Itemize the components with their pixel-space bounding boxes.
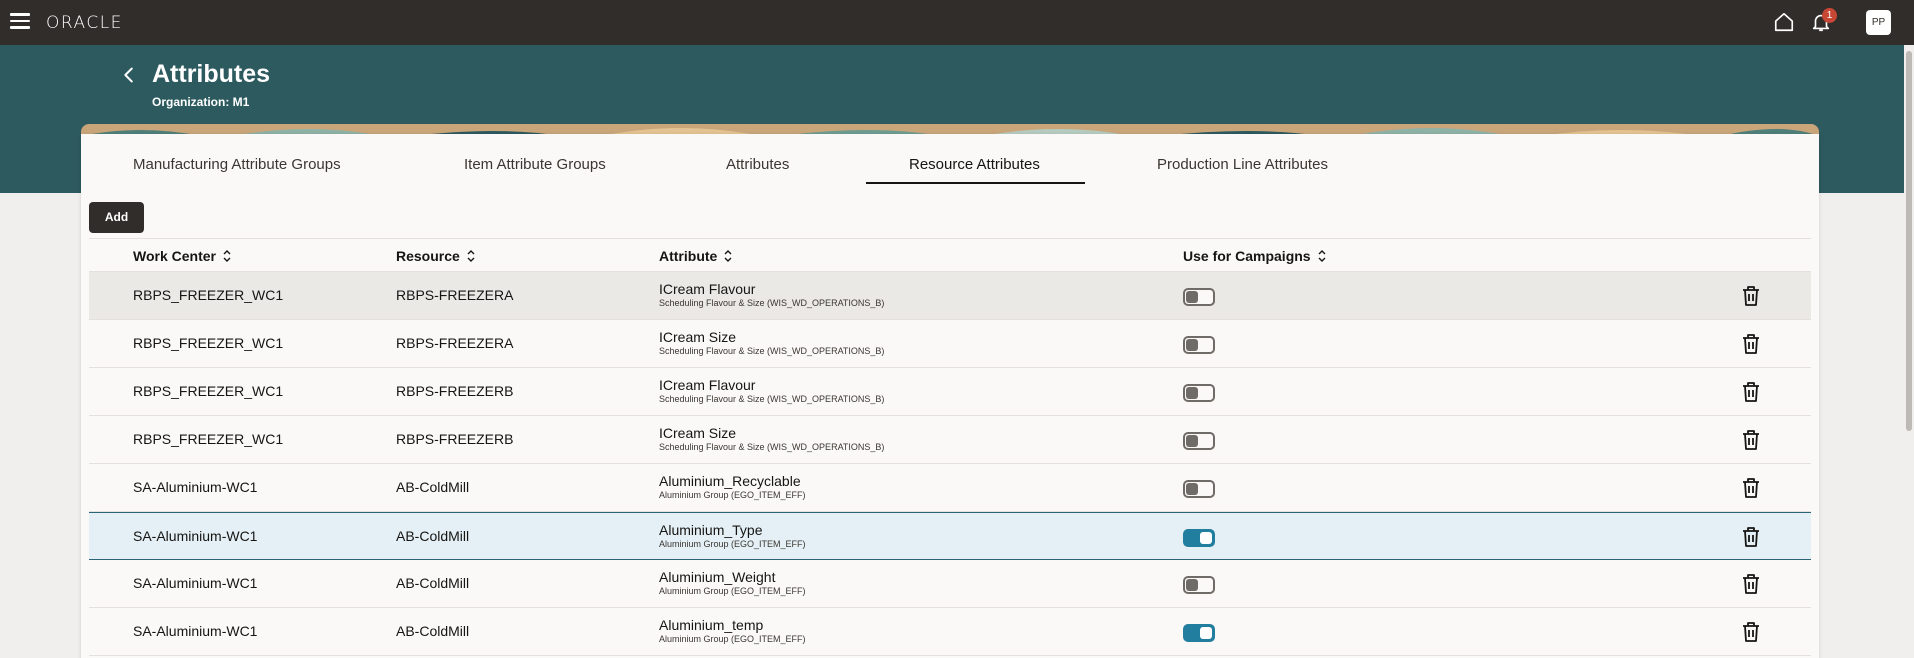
oracle-logo: ORACLE [46, 13, 123, 33]
table-row[interactable]: RBPS_FREEZER_WC1 RBPS-FREEZERB ICream Fl… [89, 368, 1811, 416]
use-for-campaigns-toggle[interactable] [1183, 480, 1215, 498]
toggle-knob [1186, 291, 1198, 303]
column-header-use-for-campaigns[interactable]: Use for Campaigns [1183, 248, 1327, 264]
attribute-group: Scheduling Flavour & Size (WIS_WD_OPERAT… [659, 346, 885, 356]
attribute-name: ICream Flavour [659, 281, 756, 297]
toggle-knob [1200, 627, 1212, 639]
attribute-name: Aluminium_temp [659, 617, 764, 633]
work-center-cell: RBPS_FREEZER_WC1 [133, 287, 284, 303]
delete-trash-icon[interactable] [1741, 381, 1761, 403]
attribute-group: Scheduling Flavour & Size (WIS_WD_OPERAT… [659, 394, 885, 404]
use-for-campaigns-toggle[interactable] [1183, 529, 1215, 547]
toggle-knob [1186, 387, 1198, 399]
add-button[interactable]: Add [89, 202, 144, 233]
resource-cell: AB-ColdMill [396, 479, 470, 495]
delete-trash-icon[interactable] [1741, 429, 1761, 451]
sort-icon [467, 250, 475, 262]
tab-manufacturing-attribute-groups[interactable]: Manufacturing Attribute Groups [133, 156, 341, 173]
use-for-campaigns-toggle[interactable] [1183, 432, 1215, 450]
work-center-cell: SA-Aluminium-WC1 [133, 479, 258, 495]
resource-cell: AB-ColdMill [396, 575, 470, 591]
tab-production-line-attributes[interactable]: Production Line Attributes [1157, 156, 1328, 173]
page-title: Attributes [152, 60, 271, 88]
attribute-group: Scheduling Flavour & Size (WIS_WD_OPERAT… [659, 298, 885, 308]
table-row[interactable]: SA-Aluminium-WC1 AB-ColdMill Aluminium_R… [89, 464, 1811, 512]
work-center-cell: SA-Aluminium-WC1 [133, 528, 258, 544]
content-card: Manufacturing Attribute Groups Item Attr… [81, 134, 1819, 658]
attribute-name: ICream Flavour [659, 377, 756, 393]
table-row[interactable]: RBPS_FREEZER_WC1 RBPS-FREEZERA ICream Si… [89, 320, 1811, 368]
resource-cell: RBPS-FREEZERA [396, 287, 514, 303]
top-navigation-bar: ORACLE 1 PP [0, 0, 1914, 45]
table-row[interactable]: SA-Aluminium-WC1 AB-ColdMill Aluminium_T… [89, 512, 1811, 560]
scrollbar-thumb[interactable] [1906, 51, 1912, 431]
attribute-name: ICream Size [659, 425, 737, 441]
attribute-name: Aluminium_Type [659, 522, 763, 538]
sort-icon [724, 250, 732, 262]
use-for-campaigns-toggle[interactable] [1183, 336, 1215, 354]
column-header-attribute[interactable]: Attribute [659, 248, 733, 264]
home-icon[interactable] [1773, 11, 1795, 33]
delete-trash-icon[interactable] [1741, 526, 1761, 548]
use-for-campaigns-toggle[interactable] [1183, 288, 1215, 306]
resource-attributes-table: Work Center Resource Attribute Use for C… [89, 238, 1811, 656]
delete-trash-icon[interactable] [1741, 333, 1761, 355]
work-center-cell: RBPS_FREEZER_WC1 [133, 383, 284, 399]
resource-cell: RBPS-FREEZERB [396, 431, 514, 447]
user-avatar[interactable]: PP [1866, 10, 1891, 35]
sort-icon [1318, 250, 1326, 262]
work-center-cell: RBPS_FREEZER_WC1 [133, 335, 284, 351]
back-arrow-icon[interactable] [118, 64, 140, 86]
delete-trash-icon[interactable] [1741, 477, 1761, 499]
sort-icon [223, 250, 231, 262]
column-label: Resource [396, 248, 460, 264]
attribute-name: ICream Size [659, 329, 737, 345]
resource-cell: AB-ColdMill [396, 623, 470, 639]
use-for-campaigns-toggle[interactable] [1183, 576, 1215, 594]
attribute-group: Aluminium Group (EGO_ITEM_EFF) [659, 490, 806, 500]
tab-bar: Manufacturing Attribute Groups Item Attr… [81, 134, 1819, 186]
table-row[interactable]: RBPS_FREEZER_WC1 RBPS-FREEZERB ICream Si… [89, 416, 1811, 464]
column-header-work-center[interactable]: Work Center [133, 248, 232, 264]
table-body: RBPS_FREEZER_WC1 RBPS-FREEZERA ICream Fl… [89, 272, 1811, 656]
work-center-cell: RBPS_FREEZER_WC1 [133, 431, 284, 447]
resource-cell: RBPS-FREEZERA [396, 335, 514, 351]
toggle-knob [1186, 339, 1198, 351]
column-label: Attribute [659, 248, 718, 264]
tab-resource-attributes[interactable]: Resource Attributes [909, 156, 1040, 173]
tab-attributes[interactable]: Attributes [726, 156, 789, 173]
resource-cell: AB-ColdMill [396, 528, 470, 544]
table-row[interactable]: SA-Aluminium-WC1 AB-ColdMill Aluminium_t… [89, 608, 1811, 656]
active-tab-indicator [866, 182, 1085, 184]
work-center-cell: SA-Aluminium-WC1 [133, 575, 258, 591]
attribute-group: Aluminium Group (EGO_ITEM_EFF) [659, 634, 806, 644]
page-scrollbar[interactable] [1904, 45, 1914, 658]
tab-item-attribute-groups[interactable]: Item Attribute Groups [464, 156, 606, 173]
delete-trash-icon[interactable] [1741, 285, 1761, 307]
organization-subtitle: Organization: M1 [152, 95, 250, 109]
table-header: Work Center Resource Attribute Use for C… [89, 238, 1811, 272]
toggle-knob [1186, 579, 1198, 591]
delete-trash-icon[interactable] [1741, 573, 1761, 595]
delete-trash-icon[interactable] [1741, 621, 1761, 643]
table-row[interactable]: SA-Aluminium-WC1 AB-ColdMill Aluminium_W… [89, 560, 1811, 608]
column-label: Use for Campaigns [1183, 248, 1311, 264]
notification-badge: 1 [1822, 8, 1837, 23]
use-for-campaigns-toggle[interactable] [1183, 384, 1215, 402]
use-for-campaigns-toggle[interactable] [1183, 624, 1215, 642]
toggle-knob [1186, 435, 1198, 447]
table-row[interactable]: RBPS_FREEZER_WC1 RBPS-FREEZERA ICream Fl… [89, 272, 1811, 320]
attribute-group: Scheduling Flavour & Size (WIS_WD_OPERAT… [659, 442, 885, 452]
column-label: Work Center [133, 248, 216, 264]
resource-cell: RBPS-FREEZERB [396, 383, 514, 399]
work-center-cell: SA-Aluminium-WC1 [133, 623, 258, 639]
attribute-name: Aluminium_Recyclable [659, 473, 801, 489]
attribute-name: Aluminium_Weight [659, 569, 776, 585]
hamburger-menu-icon[interactable] [10, 13, 30, 29]
toggle-knob [1186, 483, 1198, 495]
attribute-group: Aluminium Group (EGO_ITEM_EFF) [659, 539, 806, 549]
toggle-knob [1200, 532, 1212, 544]
column-header-resource[interactable]: Resource [396, 248, 476, 264]
attribute-group: Aluminium Group (EGO_ITEM_EFF) [659, 586, 806, 596]
